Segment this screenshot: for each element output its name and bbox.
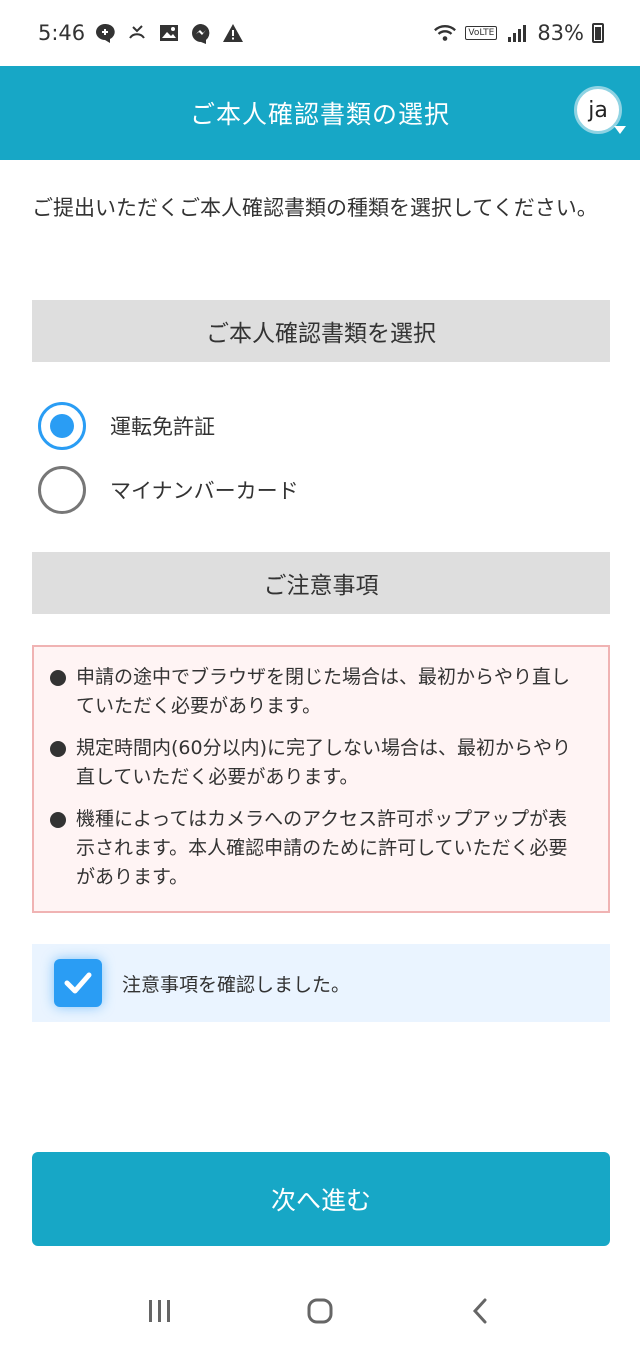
image-icon [157, 21, 181, 45]
wifi-icon [433, 21, 457, 45]
caret-down-icon [614, 126, 626, 134]
bullet-icon [50, 741, 66, 757]
notice-text: 規定時間内(60分以内)に完了しない場合は、最初からやり直していただく必要があり… [76, 737, 572, 788]
missed-call-icon [125, 21, 149, 45]
bullet-icon [50, 812, 66, 828]
signal-icon [505, 21, 529, 45]
document-section-heading-text: ご本人確認書類を選択 [206, 321, 436, 347]
radio-label: 運転免許証 [110, 415, 215, 439]
radio-option-my-number-card[interactable]: マイナンバーカード [38, 465, 299, 515]
bullet-icon [50, 670, 66, 686]
notice-item: 申請の途中でブラウザを閉じた場合は、最初からやり直していただく必要があります。 [50, 663, 586, 721]
notice-section-heading: ご注意事項 [32, 552, 610, 614]
checkmark-icon [64, 972, 92, 994]
notice-section-heading-text: ご注意事項 [263, 573, 379, 599]
confirm-label: 注意事項を確認しました。 [122, 973, 351, 996]
page-title: ご本人確認書類の選択 [189, 100, 450, 129]
intro-text: ご提出いただくご本人確認書類の種類を選択してください。 [32, 196, 598, 220]
chat-icon [93, 21, 117, 45]
notice-text: 機種によってはカメラへのアクセス許可ポップアップが表示されます。本人確認申請のた… [76, 808, 568, 888]
battery-percent: 83% [537, 21, 584, 45]
status-bar-right: VoLTE 83% [433, 21, 604, 45]
warning-icon [221, 21, 245, 45]
battery-icon [592, 23, 604, 43]
document-section-heading: ご本人確認書類を選択 [32, 300, 610, 362]
radio-option-drivers-license[interactable]: 運転免許証 [38, 401, 215, 451]
next-button[interactable]: 次へ進む [32, 1152, 610, 1246]
system-nav-bar [0, 1270, 640, 1351]
language-label: ja [588, 97, 608, 123]
notice-box: 申請の途中でブラウザを閉じた場合は、最初からやり直していただく必要があります。 … [32, 645, 610, 913]
status-bar: 5:46 VoLTE 83% [0, 0, 640, 66]
back-icon[interactable] [460, 1291, 500, 1331]
confirm-notice-row[interactable]: 注意事項を確認しました。 [32, 944, 610, 1022]
status-time: 5:46 [38, 21, 86, 45]
messenger-icon [189, 21, 213, 45]
notice-item: 機種によってはカメラへのアクセス許可ポップアップが表示されます。本人確認申請のた… [50, 805, 586, 892]
recent-apps-icon[interactable] [140, 1291, 180, 1331]
volte-icon: VoLTE [465, 26, 498, 40]
confirm-checkbox[interactable] [54, 959, 102, 1007]
notice-item: 規定時間内(60分以内)に完了しない場合は、最初からやり直していただく必要があり… [50, 734, 586, 792]
radio-button-selected[interactable] [38, 402, 86, 450]
radio-button[interactable] [38, 466, 86, 514]
home-icon[interactable] [300, 1291, 340, 1331]
app-header: ご本人確認書類の選択 ja [0, 66, 640, 160]
notice-text: 申請の途中でブラウザを閉じた場合は、最初からやり直していただく必要があります。 [76, 666, 571, 717]
radio-label: マイナンバーカード [110, 479, 299, 503]
status-bar-left: 5:46 [38, 21, 245, 45]
